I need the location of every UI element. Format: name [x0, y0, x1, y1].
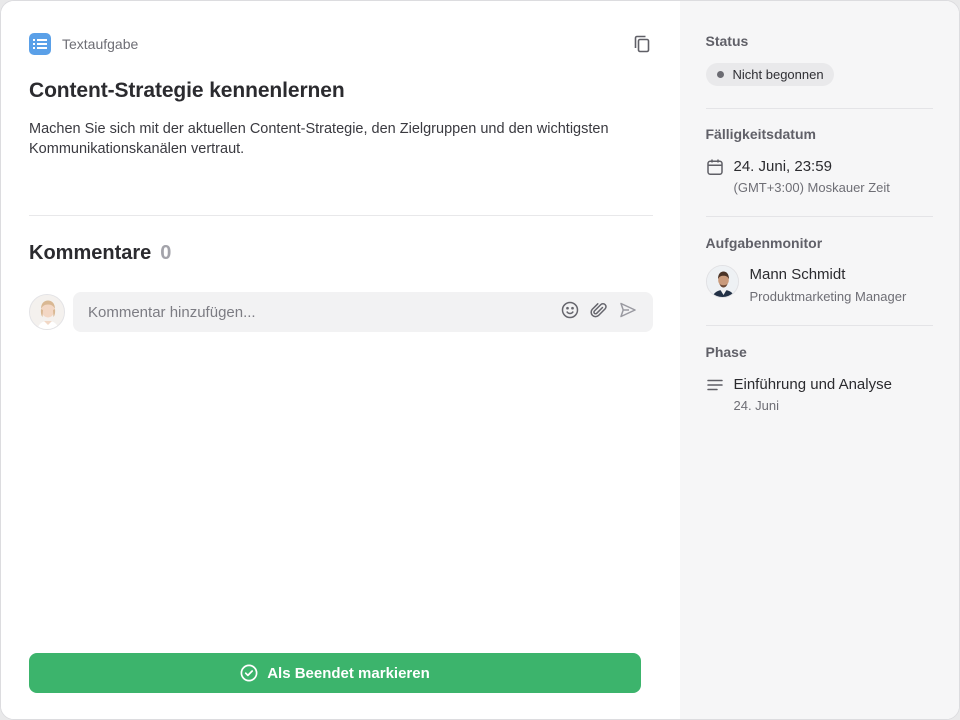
due-date-details[interactable]: 24. Juni, 23:59 (GMT+3:00) Moskauer Zeit	[734, 158, 890, 195]
due-date-timezone: (GMT+3:00) Moskauer Zeit	[733, 180, 890, 195]
phase-label: Phase	[705, 344, 747, 360]
divider	[29, 215, 653, 216]
attach-button[interactable]	[589, 302, 609, 322]
comment-input[interactable]	[88, 303, 528, 321]
smiley-icon	[561, 301, 579, 324]
copy-button[interactable]	[631, 35, 653, 57]
monitor-name: Mann Schmidt	[749, 266, 846, 283]
calendar-icon	[706, 158, 724, 176]
lines-icon	[706, 378, 724, 392]
task-detail-card: Textaufgabe Content-Strategie kennenlern…	[0, 0, 960, 720]
task-type-label: Textaufgabe	[62, 36, 139, 52]
phase-name: Einführung und Analyse	[733, 376, 892, 393]
comments-heading-label: Kommentare	[29, 242, 152, 264]
task-type: Textaufgabe	[29, 33, 138, 55]
check-circle-icon	[240, 664, 267, 682]
phase-date: 24. Juni	[733, 398, 780, 413]
mark-done-label: Als Beendet markieren	[267, 664, 430, 682]
monitor-section: Aufgabenmonitor Mann Schmidt Produktmark…	[705, 217, 934, 326]
monitor-avatar	[705, 265, 739, 298]
task-main-panel: Textaufgabe Content-Strategie kennenlern…	[1, 1, 680, 719]
monitor-person[interactable]: Mann Schmidt Produktmarketing Manager	[705, 265, 934, 304]
monitor-label: Aufgabenmonitor	[705, 235, 823, 251]
due-date-value: 24. Juni, 23:59	[733, 158, 832, 175]
phase-section: Phase Einführung und Analyse 24. Juni	[706, 326, 934, 413]
task-title: Content-Strategie kennenlernen	[29, 79, 345, 102]
comments-count: 0	[160, 242, 172, 264]
status-value: Nicht begonnen	[732, 67, 824, 82]
task-description: Machen Sie sich mit der aktuellen Conten…	[29, 121, 609, 157]
emoji-button[interactable]	[560, 301, 580, 324]
list-icon	[29, 33, 51, 55]
due-date-label: Fälligkeitsdatum	[705, 126, 816, 142]
status-dot-icon	[716, 71, 724, 78]
due-date-section: Fälligkeitsdatum 24. Juni, 23:59 (GMT+3:…	[705, 109, 933, 217]
monitor-role: Produktmarketing Manager	[749, 289, 907, 304]
task-sidebar: Status Nicht begonnen Fälligkeitsdatum 2…	[679, 1, 959, 719]
send-button[interactable]	[618, 302, 638, 322]
paperclip-icon	[590, 301, 608, 324]
status-section: Status Nicht begonnen	[705, 1, 933, 109]
send-icon	[619, 301, 637, 324]
copy-icon	[634, 35, 650, 58]
status-badge[interactable]: Nicht begonnen	[705, 63, 834, 86]
current-user-avatar	[29, 294, 65, 330]
phase-details[interactable]: Einführung und Analyse 24. Juni	[706, 376, 934, 413]
status-label: Status	[705, 33, 749, 49]
comment-composer	[73, 292, 653, 332]
comments-heading: Kommentare 0	[29, 242, 171, 265]
mark-done-button[interactable]: Als Beendet markieren	[29, 653, 641, 693]
